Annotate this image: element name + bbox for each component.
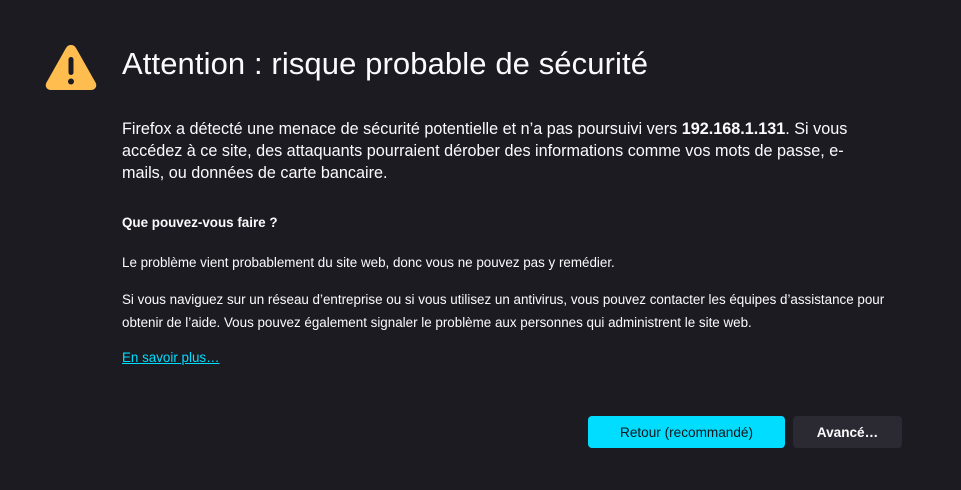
advanced-button[interactable]: Avancé… [793, 416, 902, 448]
host-name: 192.168.1.131 [681, 120, 786, 138]
button-container: Retour (recommandé) Avancé… [588, 416, 902, 448]
what-can-you-do-heading: Que pouvez-vous faire ? [122, 215, 278, 230]
intro-text: Firefox a détecté une menace de sécurité… [122, 118, 882, 184]
learn-more-link[interactable]: En savoir plus… [122, 349, 220, 367]
error-content: Attention : risque probable de sécurité … [122, 44, 912, 367]
back-button[interactable]: Retour (recommandé) [588, 416, 785, 448]
paragraph-site-problem: Le problème vient probablement du site w… [122, 255, 615, 270]
paragraph-corporate-network: Si vous naviguez sur un réseau d’entrepr… [122, 292, 885, 330]
intro-before: Firefox a détecté une menace de sécurité… [122, 120, 682, 138]
security-warning-page: Attention : risque probable de sécurité … [0, 0, 961, 490]
page-title: Attention : risque probable de sécurité [122, 46, 649, 81]
warning-triangle-icon [45, 45, 97, 90]
